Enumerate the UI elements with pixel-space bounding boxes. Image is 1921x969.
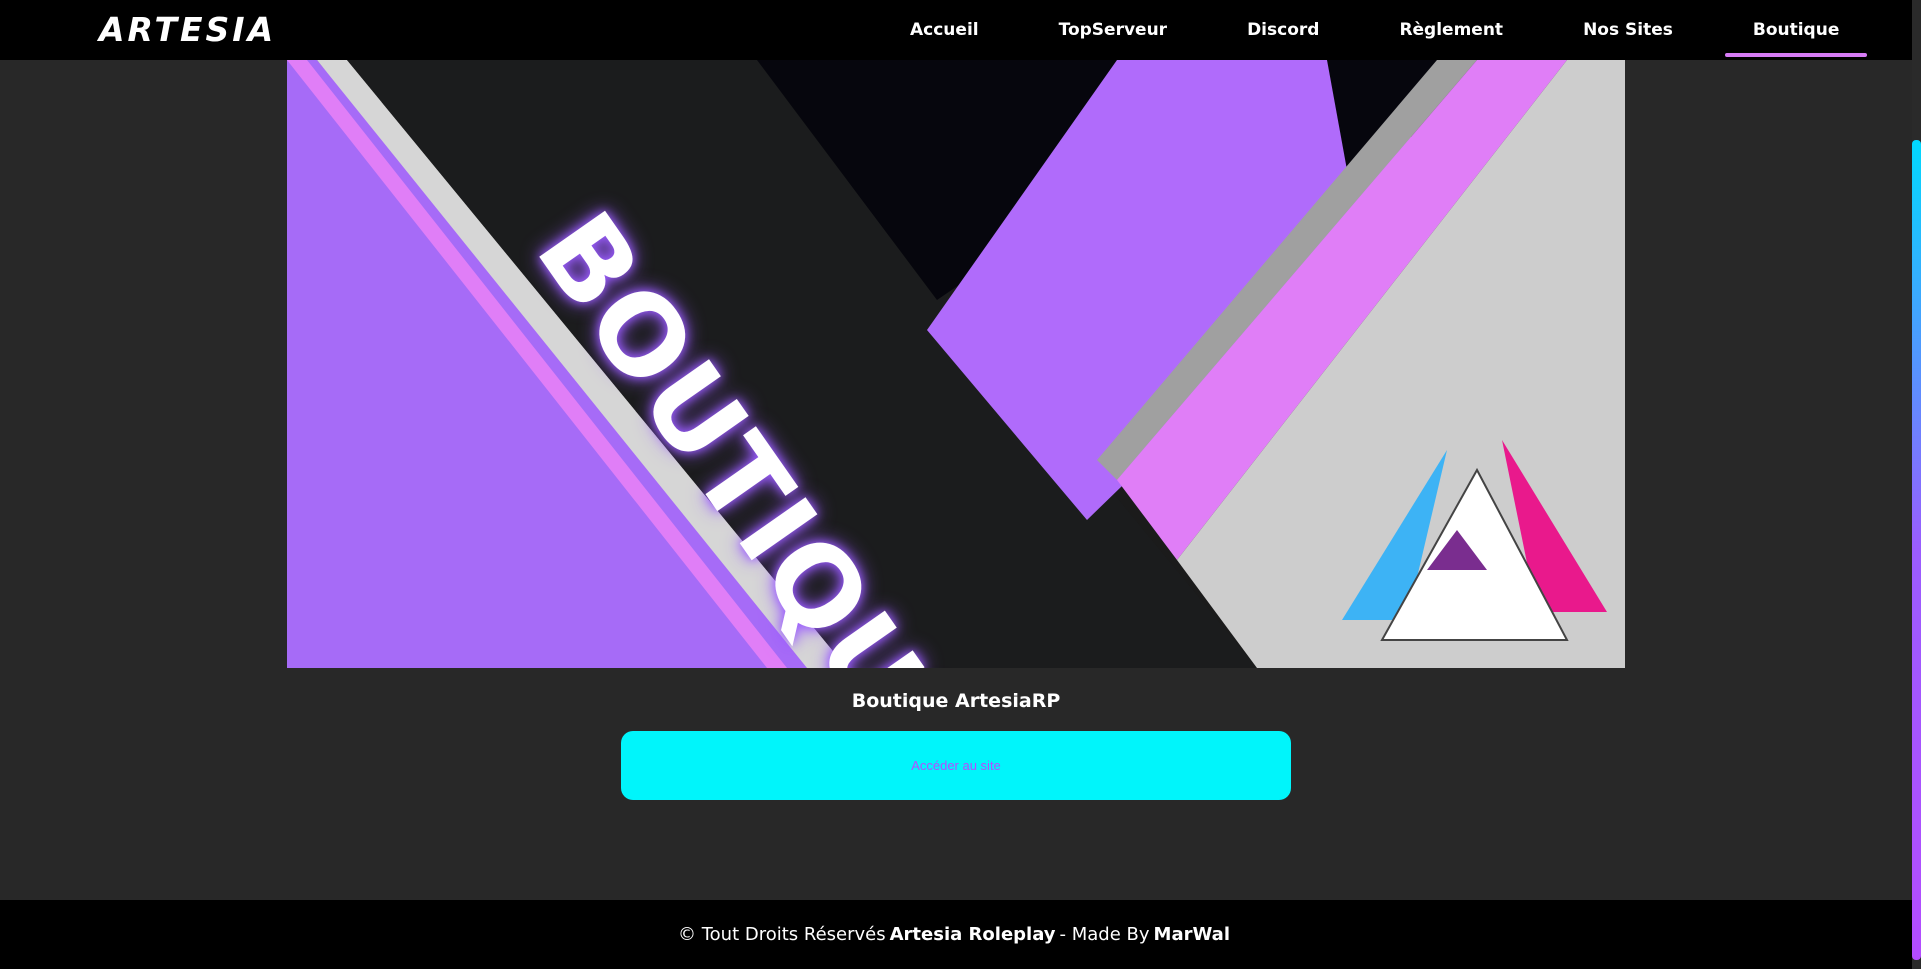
boutique-banner-image: BOUTIQUE: [287, 60, 1625, 668]
nav-link-discord[interactable]: Discord: [1219, 0, 1347, 60]
top-navbar: ARTESIA Accueil TopServeur Discord Règle…: [0, 0, 1912, 60]
access-site-button[interactable]: Accéder au site: [621, 731, 1291, 800]
scrollbar-thumb[interactable]: [1912, 140, 1921, 960]
footer-brand: Artesia Roleplay: [889, 924, 1056, 945]
shop-title: Boutique ArtesiaRP: [851, 690, 1061, 712]
footer-made-by: - Made By: [1059, 924, 1150, 945]
nav-link-topserveur[interactable]: TopServeur: [1031, 0, 1195, 60]
footer: © Tout Droits Réservés Artesia Roleplay …: [0, 900, 1912, 969]
footer-author: MarWal: [1153, 924, 1230, 945]
nav-link-boutique[interactable]: Boutique: [1724, 0, 1868, 60]
nav-link-nos-sites[interactable]: Nos Sites: [1555, 0, 1701, 60]
footer-copyright: © Tout Droits Réservés: [678, 924, 886, 945]
nav-links: Accueil TopServeur Discord Règlement Nos…: [870, 0, 1879, 60]
site-logo[interactable]: ARTESIA: [99, 10, 276, 49]
nav-link-accueil[interactable]: Accueil: [882, 0, 1007, 60]
page: ARTESIA Accueil TopServeur Discord Règle…: [0, 0, 1921, 969]
nav-link-reglement[interactable]: Règlement: [1371, 0, 1531, 60]
scrollbar-track[interactable]: [1912, 0, 1921, 969]
banner-graphic: [287, 60, 1625, 668]
